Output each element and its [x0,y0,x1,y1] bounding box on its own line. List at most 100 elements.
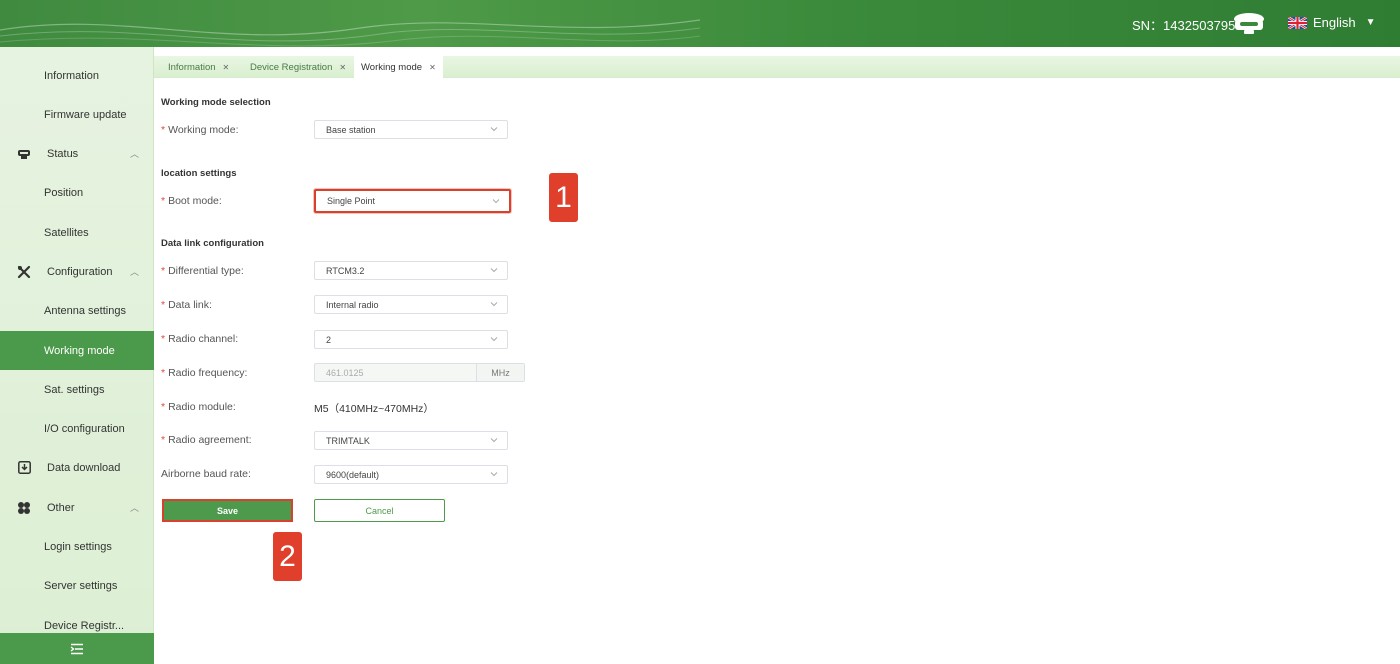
chevron-down-icon: ▼ [1365,17,1376,28]
sidebar-item-sat-settings[interactable]: Sat. settings [0,370,154,409]
sidebar-item-login-settings[interactable]: Login settings [0,527,154,566]
chevron-down-icon [490,472,498,477]
airborne-baud-rate-value: 9600(default) [326,469,380,480]
tab-working-mode[interactable]: Working mode ✕ [354,56,443,78]
sidebar-item-antenna-settings[interactable]: Antenna settings [0,291,154,330]
radio-module-value: M5（410MHz~470MHz） [314,403,434,415]
tab-label: Working mode [361,61,423,73]
sidebar-collapse-button[interactable] [0,633,154,664]
airborne-baud-rate-label: Airborne baud rate: [161,468,251,480]
radio-frequency-value: 461.0125 [326,367,364,378]
receiver-icon [1234,13,1264,34]
sidebar-group-configuration[interactable]: Configuration ︿ [0,252,154,291]
sidebar-item-label: Other [47,501,75,514]
main-content: Working mode selection * Working mode: Ba… [154,79,1400,664]
sidebar-item-label: Status [47,147,79,160]
required-mark: * [161,333,166,345]
boot-mode-value: Single Point [327,196,376,206]
close-icon[interactable]: ✕ [339,63,346,72]
tab-label: Information [168,61,216,73]
radio-frequency-unit: MHz [476,364,524,381]
cancel-button[interactable]: Cancel [314,499,445,522]
required-mark: * [161,299,166,311]
chevron-up-icon: ︿ [130,503,140,513]
sidebar-item-label: Sat. settings [44,383,105,396]
chevron-down-icon [490,302,498,307]
required-mark: * [161,265,166,277]
radio-channel-value: 2 [326,334,332,345]
sidebar-item-position[interactable]: Position [0,173,154,212]
chevron-down-icon [490,438,498,443]
radio-agreement-label: * Radio agreement: [161,434,252,446]
sidebar-item-label: Configuration [47,265,113,278]
sidebar-item-io-configuration[interactable]: I/O configuration [0,409,154,448]
tab-bar: Information ✕ Device Registration ✕ Work… [154,56,1400,78]
sidebar-item-label: Antenna settings [44,304,126,317]
chevron-down-icon [490,268,498,273]
serial-number: SN：1432503795 [1132,18,1236,33]
chevron-up-icon: ︿ [130,149,140,159]
radio-frequency-input[interactable]: 461.0125 MHz [314,363,525,382]
top-header: SN：1432503795 English ▼ [0,0,1400,47]
differential-type-value: RTCM3.2 [326,265,365,276]
required-mark: * [161,195,166,207]
language-label: English [1313,15,1356,30]
language-selector[interactable]: English ▼ [1288,15,1376,30]
sidebar-item-label: Firmware update [44,108,127,121]
tab-information[interactable]: Information ✕ [168,56,229,78]
required-mark: * [161,401,166,413]
working-mode-select[interactable]: Base station [314,120,508,139]
callout-1: 1 [549,173,578,222]
sidebar-item-label: Position [44,186,84,199]
sidebar-item-label: Device Registr... [44,619,125,632]
sidebar-item-label: Data download [47,461,121,474]
sidebar-item-firmware-update[interactable]: Firmware update [0,95,154,134]
grid-icon [16,500,32,516]
wrench-icon [16,264,32,280]
data-link-value: Internal radio [326,299,379,310]
required-mark: * [161,124,166,136]
close-icon[interactable]: ✕ [223,63,230,72]
close-icon[interactable]: ✕ [429,63,436,72]
menu-icon [70,643,83,654]
tab-label: Device Registration [250,61,333,73]
sidebar-group-status[interactable]: Status ︿ [0,134,154,173]
sidebar-item-satellites[interactable]: Satellites [0,213,154,252]
chevron-down-icon [492,199,500,204]
data-link-select[interactable]: Internal radio [314,295,508,314]
radio-channel-select[interactable]: 2 [314,330,508,349]
chevron-up-icon: ︿ [130,267,140,277]
sidebar-item-label: Server settings [44,579,118,592]
data-link-label: * Data link: [161,299,212,311]
required-mark: * [161,367,166,379]
chevron-down-icon [490,127,498,132]
radio-frequency-label: * Radio frequency: [161,367,248,379]
sidebar-group-other[interactable]: Other ︿ [0,488,154,527]
sidebar-item-data-download[interactable]: Data download [0,448,154,487]
boot-mode-select[interactable]: Single Point [314,189,511,213]
callout-2: 2 [273,532,302,581]
airborne-baud-rate-select[interactable]: 9600(default) [314,465,508,484]
sidebar: Information Firmware update Status ︿ Pos… [0,47,154,664]
chevron-down-icon [490,337,498,342]
differential-type-select[interactable]: RTCM3.2 [314,261,508,280]
save-button[interactable]: Save [162,499,293,522]
section-title-working-mode: Working mode selection [161,97,271,108]
radio-channel-label: * Radio channel: [161,333,239,345]
status-icon [16,146,32,162]
sidebar-item-server-settings[interactable]: Server settings [0,566,154,605]
header-wave-decoration [0,19,700,47]
sidebar-item-label: Satellites [44,226,89,239]
required-mark: * [161,434,166,446]
uk-flag-icon [1288,16,1307,29]
tab-device-registration[interactable]: Device Registration ✕ [250,56,346,78]
sidebar-item-label: I/O configuration [44,422,125,435]
working-mode-value: Base station [326,124,376,135]
radio-agreement-select[interactable]: TRIMTALK [314,431,508,450]
sidebar-item-working-mode[interactable]: Working mode [0,331,154,370]
section-title-data-link: Data link configuration [161,238,264,249]
differential-type-label: * Differential type: [161,265,244,277]
sidebar-item-information[interactable]: Information [0,56,154,95]
sidebar-item-label: Information [44,69,100,82]
download-icon [16,460,32,476]
